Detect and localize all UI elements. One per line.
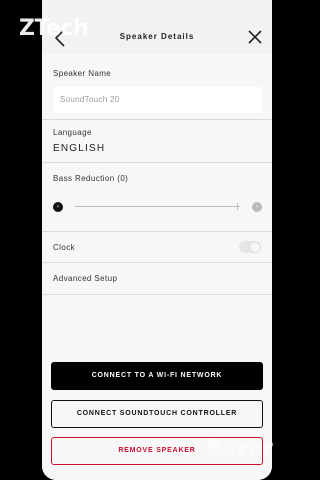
speaker-name-section: Speaker Name SoundTouch 20 (42, 54, 272, 120)
language-value: ENGLISH (53, 143, 106, 154)
advanced-setup-label: Advanced Setup (53, 274, 118, 283)
toggle-thumb (250, 242, 260, 252)
language-section[interactable]: Language ENGLISH (42, 120, 272, 163)
watermark-top-text: ZTech (19, 16, 89, 41)
watermark-ztech: ZTech (19, 16, 89, 41)
speaker-name-input[interactable]: SoundTouch 20 (53, 87, 262, 113)
speaker-name-label: Speaker Name (53, 69, 112, 78)
watermark-bottom-text: Bazar (205, 436, 273, 461)
advanced-setup-item[interactable]: Advanced Setup (42, 263, 272, 295)
clock-toggle[interactable] (239, 241, 261, 253)
connect-wifi-button[interactable]: CONNECT TO A WI-FI NETWORK (51, 362, 263, 390)
clock-label: Clock (53, 242, 76, 252)
speaker-details-screen: Speaker Details Speaker Name SoundTouch … (42, 0, 272, 480)
slider-max-knob[interactable]: › (252, 202, 262, 212)
bass-slider[interactable]: ‹ › (53, 201, 262, 213)
language-label: Language (53, 128, 92, 137)
screen: ZTech Speaker Details Speaker Name Sound… (0, 0, 314, 480)
close-icon[interactable] (246, 28, 264, 46)
slider-min-knob[interactable]: ‹ (53, 202, 63, 212)
slider-end-tick (237, 203, 238, 210)
settings-list: Speaker Name SoundTouch 20 Language ENGL… (42, 54, 272, 480)
bass-reduction-label: Bass Reduction (0) (53, 174, 129, 183)
slider-track[interactable] (75, 206, 240, 207)
bass-reduction-section: Bass Reduction (0) ‹ › (42, 163, 272, 232)
watermark-bazar: Bazar (205, 436, 273, 461)
connect-controller-button[interactable]: CONNECT SOUNDTOUCH CONTROLLER (51, 400, 263, 428)
clock-section: Clock (42, 232, 272, 263)
